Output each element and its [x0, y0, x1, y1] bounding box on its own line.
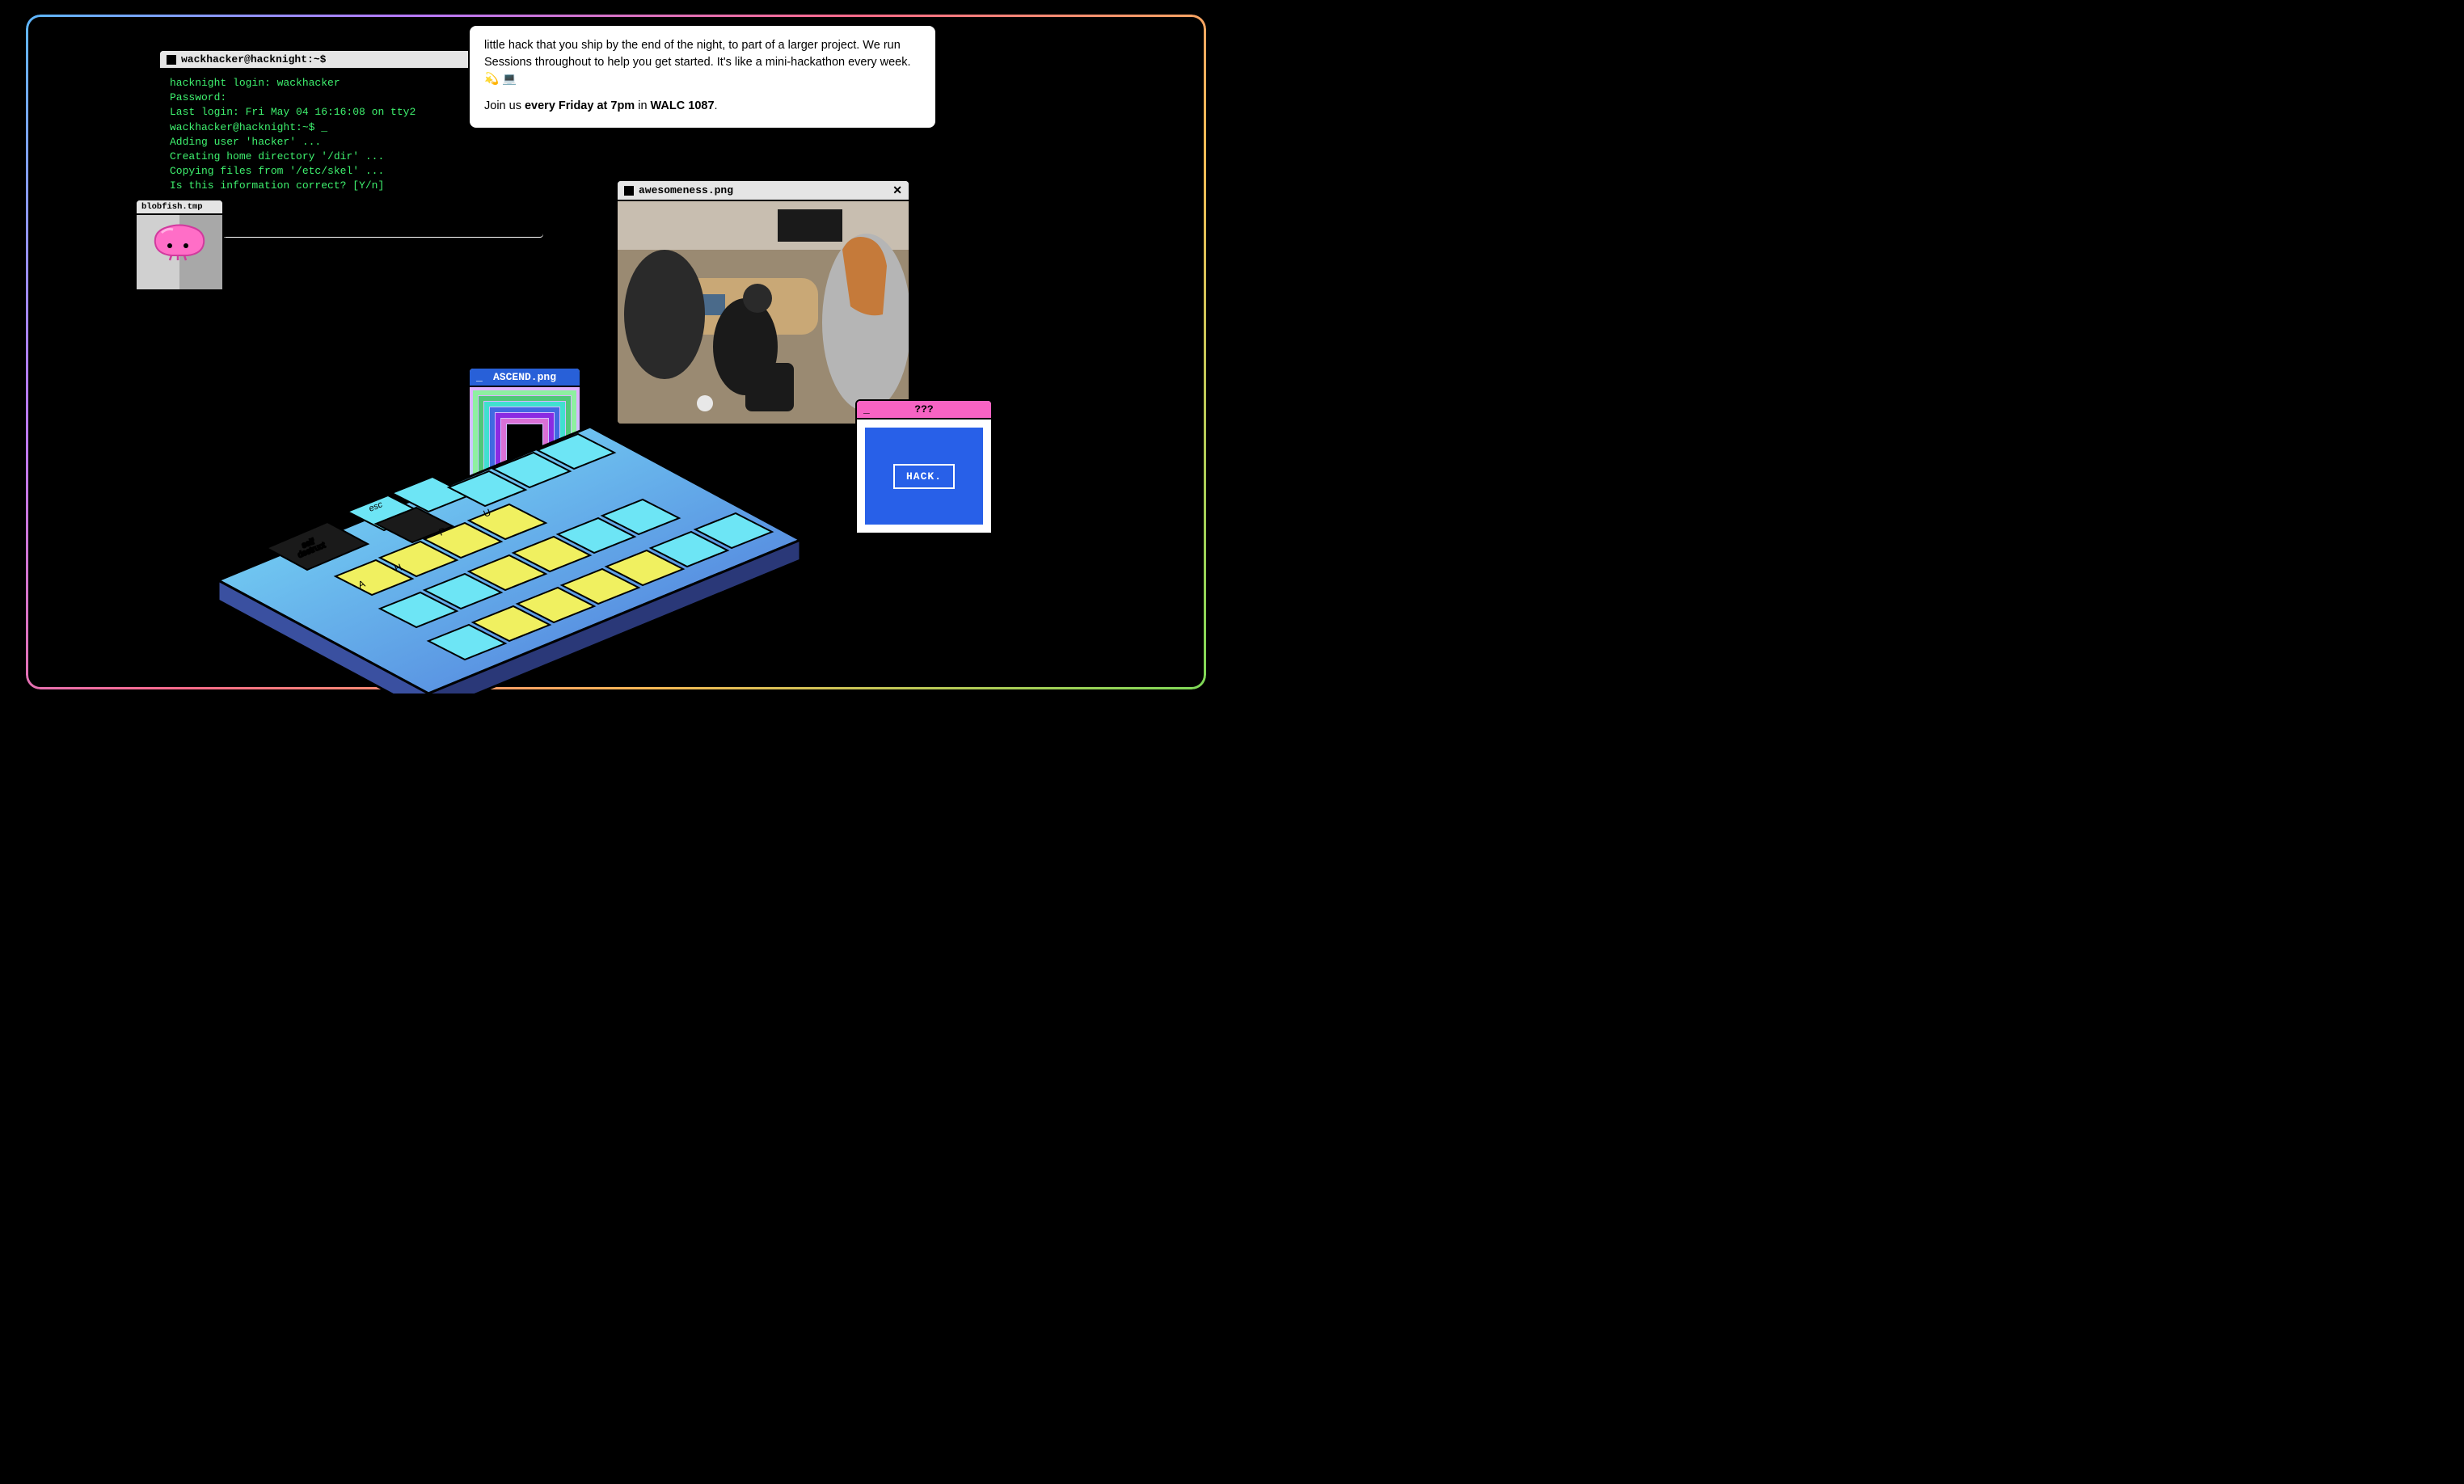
terminal-title: wackhacker@hacknight:~$ — [181, 53, 326, 65]
ascend-titlebar[interactable]: _ ASCEND.png — [470, 369, 580, 387]
windows-icon — [167, 55, 176, 65]
blobfish-titlebar[interactable]: blobfish.tmp — [137, 200, 222, 215]
info-join-line: Join us every Friday at 7pm in WALC 1087… — [484, 98, 921, 115]
hack-title: ??? — [914, 403, 933, 415]
ascend-title: ASCEND.png — [493, 371, 556, 383]
blobfish-window[interactable]: blobfish.tmp — [135, 199, 224, 291]
hack-button[interactable]: HACK. — [893, 464, 955, 489]
info-paragraph: little hack that you ship by the end of … — [484, 37, 921, 88]
hack-body: HACK. — [857, 419, 991, 533]
blobfish-title: blobfish.tmp — [141, 202, 203, 212]
minimize-icon[interactable]: _ — [863, 403, 870, 415]
windows-icon — [624, 186, 634, 196]
close-icon[interactable]: ✕ — [892, 183, 902, 197]
awesomeness-image — [618, 201, 909, 424]
blobfish-icon — [147, 215, 212, 263]
awesomeness-titlebar[interactable]: awesomeness.png ✕ — [618, 181, 909, 201]
minimize-icon[interactable]: _ — [476, 371, 483, 383]
hack-titlebar[interactable]: _ ??? — [857, 401, 991, 419]
awesomeness-title: awesomeness.png — [639, 184, 733, 196]
keyboard-illustration: self destruct esc P U H A — [218, 419, 800, 694]
awesomeness-window[interactable]: awesomeness.png ✕ — [616, 179, 910, 425]
info-card: little hack that you ship by the end of … — [468, 24, 937, 129]
hack-window[interactable]: _ ??? HACK. — [855, 399, 993, 534]
blobfish-body — [137, 215, 222, 289]
